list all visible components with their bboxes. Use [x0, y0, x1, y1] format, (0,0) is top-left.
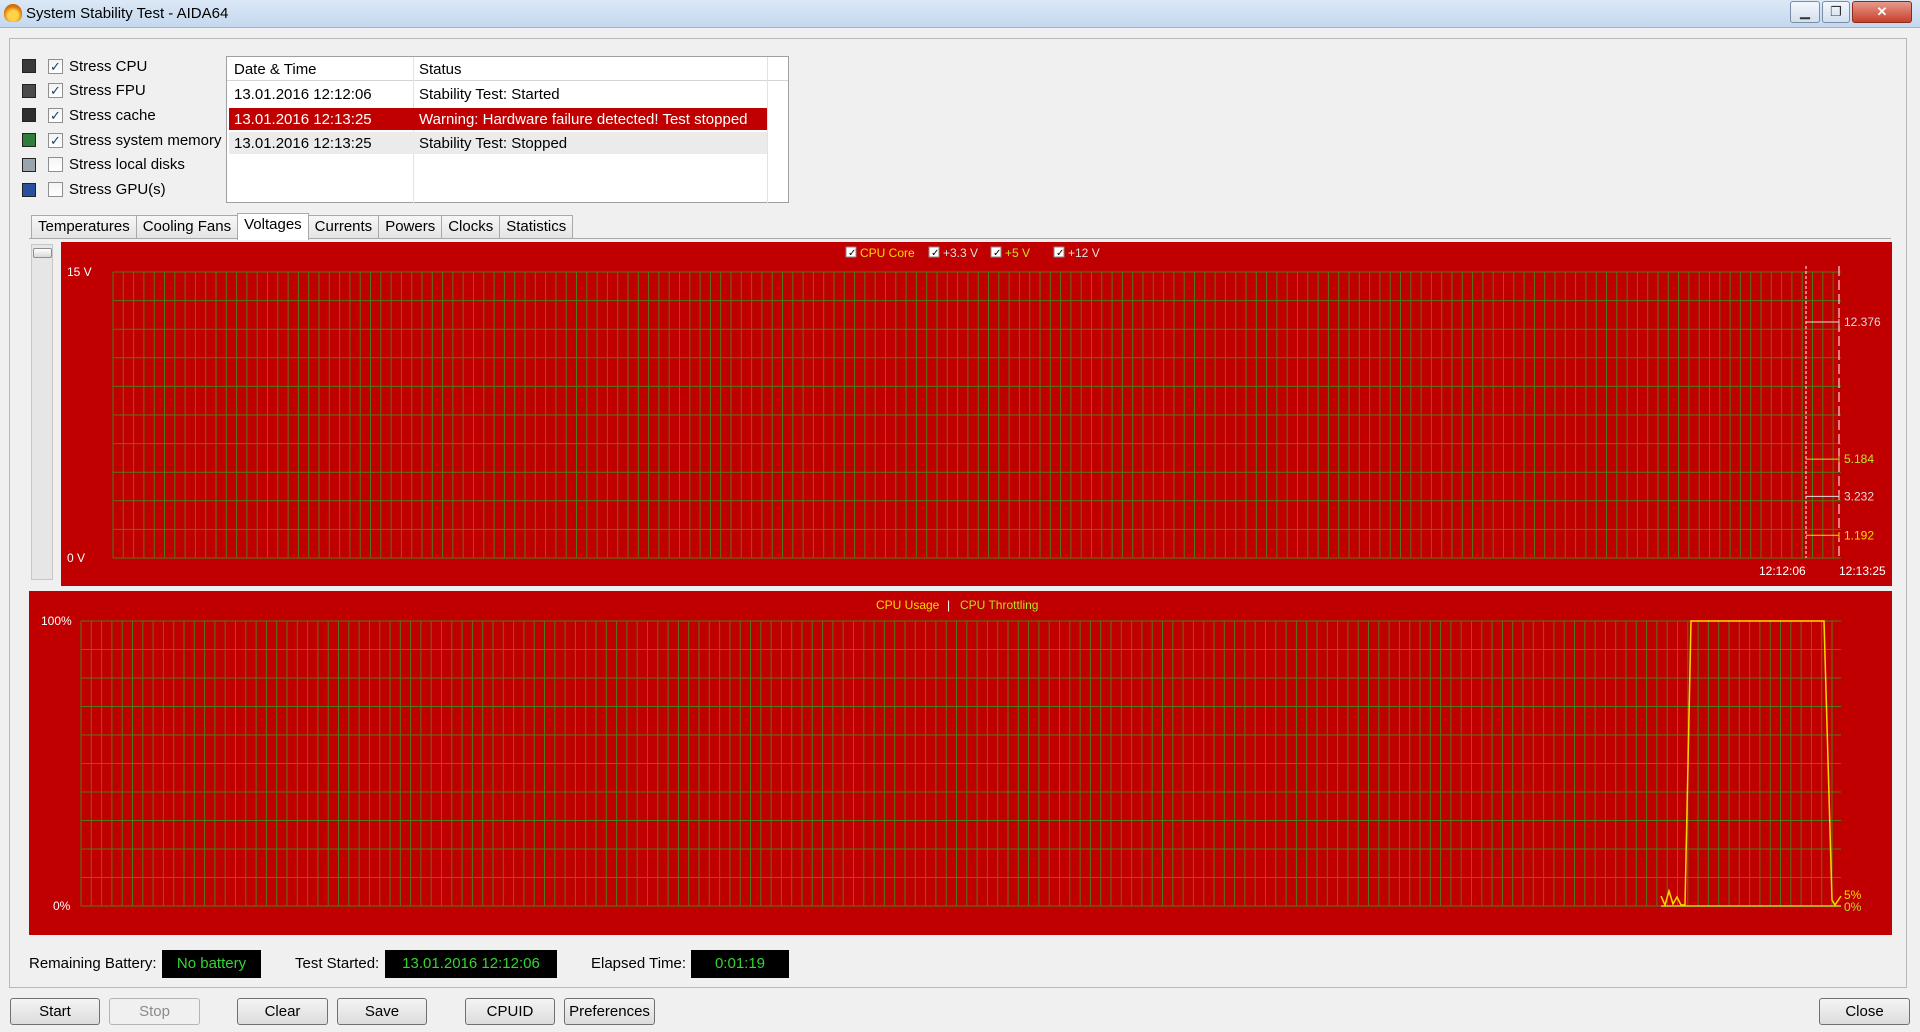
cpu-usage-chart: 100%0%CPU Usage | CPU Throttling5%0%: [41, 598, 1862, 914]
tab-clocks[interactable]: Clocks: [441, 215, 501, 239]
log-status: Warning: Hardware failure detected! Test…: [419, 110, 748, 128]
preferences-button[interactable]: Preferences: [564, 998, 655, 1025]
log-row[interactable]: 13.01.2016 12:13:25 Stability Test: Stopp…: [229, 132, 767, 154]
elapsed-time-value: 0:01:19: [691, 950, 789, 978]
tab-temperatures[interactable]: Temperatures: [31, 215, 137, 239]
elapsed-time-label: Elapsed Time:: [591, 955, 687, 972]
stress-option-label[interactable]: Stress cache: [69, 107, 156, 124]
memory-icon: [22, 133, 36, 148]
scroll-thumb[interactable]: [33, 248, 52, 258]
legend-series-label: +5 V: [1005, 246, 1030, 260]
stress-option-label[interactable]: Stress CPU: [69, 58, 147, 75]
legend-cpu-usage: CPU Usage: [876, 598, 940, 612]
checkbox[interactable]: [48, 157, 63, 173]
legend-series-label: +12 V: [1068, 246, 1100, 260]
event-log-table[interactable]: Date & Time Status 13.01.2016 12:12:06 St…: [226, 56, 789, 204]
checkbox[interactable]: ✓: [48, 132, 63, 148]
x-axis-end-label: 12:13:25: [1839, 564, 1886, 578]
stress-option[interactable]: ✓ Stress cache: [22, 105, 156, 125]
log-row[interactable]: 13.01.2016 12:13:25 Warning: Hardware fai…: [229, 107, 767, 130]
stress-option[interactable]: ✓ Stress CPU: [22, 56, 147, 76]
gpu-icon: [22, 182, 36, 197]
y-axis-top-label: 100%: [41, 614, 72, 628]
series-value-label: 5.184: [1844, 452, 1874, 466]
legend-check-mark: ✓: [1056, 248, 1064, 259]
cpu-usage-chart-panel: 100% 0% CPU Usage | CPU Throttling 5% 0%: [29, 591, 1892, 935]
stress-option-label[interactable]: Stress FPU: [69, 82, 146, 99]
stress-option-label[interactable]: Stress local disks: [69, 156, 185, 173]
legend-cpu-throttling: CPU Throttling: [960, 598, 1038, 612]
y-axis-bottom-label: 0 V: [67, 551, 85, 565]
log-status: Stability Test: Stopped: [419, 135, 568, 152]
window-title: System Stability Test - AIDA64: [26, 5, 229, 22]
log-status: Stability Test: Started: [419, 86, 560, 103]
y-axis-top-label: 15 V: [67, 265, 92, 279]
stop-button[interactable]: Stop: [109, 998, 200, 1025]
cache-icon: [22, 108, 36, 123]
cpu-throttling-value: 0%: [1844, 900, 1862, 914]
checkbox[interactable]: [48, 182, 63, 197]
stress-option[interactable]: ✓ Stress system memory: [22, 130, 222, 150]
log-header-datetime[interactable]: Date & Time: [234, 61, 317, 78]
test-started-value: 13.01.2016 12:12:06: [385, 950, 557, 978]
tab-currents[interactable]: Currents: [307, 215, 380, 239]
column-divider: [767, 57, 768, 204]
x-axis-start-label: 12:12:06: [1759, 564, 1806, 578]
log-time: 13.01.2016 12:13:25: [234, 110, 372, 128]
fpu-icon: [22, 83, 36, 98]
log-time: 13.01.2016 12:12:06: [234, 86, 372, 103]
stress-option[interactable]: ✓ Stress FPU: [22, 81, 146, 101]
sensor-tabs: Temperatures Cooling Fans Voltages Currents…: [31, 213, 574, 240]
cpu-icon: [22, 59, 36, 73]
stress-option[interactable]: Stress local disks: [22, 155, 185, 175]
test-started-label: Test Started:: [295, 955, 380, 972]
save-button[interactable]: Save: [337, 998, 427, 1025]
y-axis-bottom-label: 0%: [53, 899, 71, 913]
battery-label: Remaining Battery:: [29, 955, 157, 972]
clear-button[interactable]: Clear: [237, 998, 328, 1025]
series-value-label: 3.232: [1844, 489, 1874, 503]
log-time: 13.01.2016 12:13:25: [234, 135, 372, 152]
chart-scrollbar[interactable]: [31, 244, 53, 580]
aida64-flame-icon: [4, 4, 22, 22]
checkbox[interactable]: ✓: [48, 83, 63, 99]
voltage-chart: 15 V 0 V 12:12:06 12:13:25 ✓ CPU Core ✓ +3.3 V ✓…: [67, 246, 1886, 578]
tab-voltages[interactable]: Voltages: [237, 213, 309, 240]
log-row[interactable]: 13.01.2016 12:12:06 Stability Test: Start…: [229, 83, 767, 105]
disk-icon: [22, 157, 36, 172]
log-header: Date & Time Status: [227, 57, 788, 81]
close-button[interactable]: Close: [1819, 998, 1910, 1025]
checkbox[interactable]: ✓: [48, 58, 63, 74]
tab-cooling-fans[interactable]: Cooling Fans: [135, 215, 239, 239]
title-bar: System Stability Test - AIDA64 ▁ ❐ ✕: [0, 0, 1920, 28]
cpuid-button[interactable]: CPUID: [465, 998, 555, 1025]
legend-check-mark: ✓: [993, 248, 1001, 259]
legend-check-mark: ✓: [848, 248, 856, 259]
series-value-label: 12.376: [1844, 315, 1881, 329]
maximize-button[interactable]: ❐: [1822, 1, 1850, 23]
column-divider: [413, 57, 414, 204]
start-button[interactable]: Start: [10, 998, 100, 1025]
stress-option[interactable]: Stress GPU(s): [22, 180, 166, 200]
legend-series-label: CPU Core: [860, 246, 915, 260]
legend-series-label: +3.3 V: [943, 246, 978, 260]
minimize-button[interactable]: ▁: [1790, 1, 1820, 23]
window-close-button[interactable]: ✕: [1852, 1, 1912, 23]
legend-separator: |: [947, 598, 950, 612]
tab-powers[interactable]: Powers: [378, 215, 443, 239]
stress-option-label[interactable]: Stress GPU(s): [69, 181, 166, 198]
series-value-label: 1.192: [1844, 528, 1874, 542]
checkbox[interactable]: ✓: [48, 107, 63, 123]
tab-statistics[interactable]: Statistics: [499, 215, 574, 239]
voltage-chart-panel: 15 V 0 V 12:12:06 12:13:25 ✓ CPU Core ✓ +3.3 V ✓…: [61, 242, 1892, 586]
log-header-status[interactable]: Status: [419, 61, 462, 78]
stress-option-label[interactable]: Stress system memory: [69, 132, 222, 149]
battery-value: No battery: [162, 950, 261, 978]
legend-check-mark: ✓: [931, 248, 939, 259]
